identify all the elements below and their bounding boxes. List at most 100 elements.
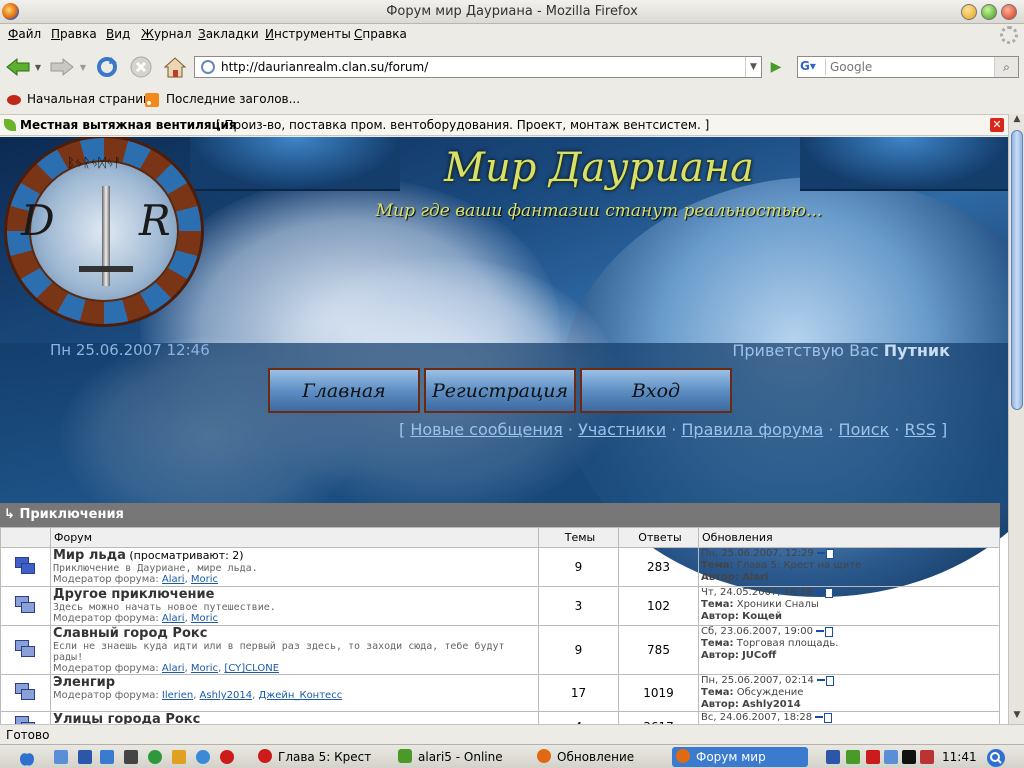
apple-menu-icon[interactable] [18,749,36,767]
ad-title[interactable]: Местная вытяжная вентиляция [20,118,237,132]
taskbar-item-update[interactable]: Обновление про... [533,747,663,767]
forum-name-link[interactable]: Славный город Рокс [53,626,207,641]
last-author[interactable]: Ashly2014 [742,699,801,710]
back-history-dropdown[interactable]: ▼ [33,62,43,72]
tray-chat-icon[interactable] [846,750,860,764]
tray-terminal-icon[interactable] [902,750,916,764]
menu-view[interactable]: Вид [106,27,130,41]
quicklaunch-grid-icon[interactable] [78,750,92,764]
replies-count: 785 [618,625,699,675]
home-button[interactable] [162,54,188,80]
last-topic[interactable]: Глава 5: Крест на щите [737,560,862,571]
forum-name-link[interactable]: Улицы города Рокс [53,712,200,724]
last-author[interactable]: Alari [742,572,768,583]
menu-bookmarks[interactable]: Закладки [198,27,259,41]
url-dropdown-icon[interactable]: ▼ [745,57,761,77]
quicklaunch-globe-icon[interactable] [148,750,162,764]
taskbar-item-chat[interactable]: alari5 - Online [394,747,522,767]
moderator-link[interactable]: Moric [191,574,218,585]
back-button[interactable] [4,54,32,80]
go-button[interactable]: ▶ [765,56,787,78]
search-icon[interactable] [986,748,1006,768]
last-author[interactable]: JUCoff [742,650,776,661]
reload-button[interactable] [94,54,120,80]
close-button[interactable] [1001,4,1017,20]
goto-last-post-icon[interactable] [815,588,833,598]
forward-history-dropdown[interactable]: ▼ [78,62,88,72]
nav-login-button[interactable]: Вход [580,368,732,413]
moderator-link[interactable]: Moric [191,613,218,624]
last-topic[interactable]: Торговая площадь. [737,638,839,649]
menu-bar: Файл Правка Вид Журнал Закладки Инструме… [0,25,1024,45]
menu-edit[interactable]: Правка [51,27,97,41]
menu-tools[interactable]: Инструменты [265,27,351,41]
address-bar[interactable]: ▼ [194,56,762,78]
menu-help[interactable]: Справка [354,27,407,41]
table-row: Другое приключение Здесь можно начать но… [0,586,1000,626]
goto-last-post-icon[interactable] [817,549,835,559]
stop-button[interactable] [128,54,154,80]
maximize-button[interactable] [981,4,997,20]
moderator-link[interactable]: Moric [191,663,218,674]
tray-network-icon[interactable] [884,750,898,764]
forum-name-link[interactable]: Другое приключение [53,587,214,602]
moderator-link[interactable]: Джейн_Контесс [258,690,342,701]
minimize-button[interactable] [961,4,977,20]
last-update-date: Вс, 24.06.2007, 18:28 [701,712,813,723]
quicklaunch-writer-icon[interactable] [100,750,114,764]
scroll-thumb[interactable] [1011,130,1023,410]
link-rss[interactable]: RSS [905,420,936,439]
forward-button[interactable] [48,54,76,80]
forum-name-link[interactable]: Мир льда [53,548,126,563]
quicklaunch-finder-icon[interactable] [54,750,68,764]
moderator-link[interactable]: [CY]CLONE [224,663,279,674]
goto-last-post-icon[interactable] [815,713,833,723]
taskbar-item-forum[interactable]: Форум мир Дауриан... [672,747,808,767]
quicklaunch-opera-icon[interactable] [220,750,234,764]
nav-register-button[interactable]: Регистрация [424,368,576,413]
category-header[interactable]: ↳ Приключения [0,503,1000,527]
scroll-up-icon[interactable]: ▲ [1009,114,1024,128]
menu-file[interactable]: Файл [8,27,41,41]
site-title: Мир Дауриана [443,145,755,191]
url-input[interactable] [221,59,741,75]
quicklaunch-alien-icon[interactable] [124,750,138,764]
link-members[interactable]: Участники [578,420,666,439]
goto-last-post-icon[interactable] [817,676,835,686]
goto-last-post-icon[interactable] [816,627,834,637]
quicklaunch-ie-icon[interactable] [196,750,210,764]
moderator-link[interactable]: Alari [162,613,185,624]
google-engine-icon[interactable]: G▾ [800,59,826,75]
last-topic[interactable]: Обсуждение [737,687,804,698]
bookmark-home[interactable]: Начальная страница [27,92,159,106]
link-forum-rules[interactable]: Правила форума [681,420,823,439]
moderator-link[interactable]: Alari [162,574,185,585]
tray-volume-icon[interactable] [920,750,934,764]
link-search[interactable]: Поиск [839,420,890,439]
moderator-link[interactable]: Ashly2014 [200,690,253,701]
bookmark-headlines[interactable]: Последние заголов... [166,92,300,106]
nav-home-button[interactable]: Главная [268,368,420,413]
search-input[interactable] [830,59,990,75]
menu-history[interactable]: Журнал [141,27,192,41]
taskbar-item-chapter5[interactable]: Глава 5: Крест н... [254,747,384,767]
tray-opera-icon[interactable] [866,750,880,764]
link-new-messages[interactable]: Новые сообщения [410,420,562,439]
last-author[interactable]: Кощей [742,611,782,622]
search-magnifier-icon[interactable]: ⌕ [994,57,1018,77]
last-topic[interactable]: Хроники Сналы [737,599,819,610]
search-bar[interactable]: G▾ ⌕ [797,56,1019,78]
forum-name-link[interactable]: Эленгир [53,675,115,690]
infobar-close-icon[interactable]: ✕ [990,118,1004,132]
moderator-link[interactable]: Ilerien [162,690,193,701]
replies-count: 102 [618,586,699,626]
vertical-scrollbar[interactable]: ▲ ▼ [1008,114,1024,724]
category-marker: ↳ [4,507,15,522]
last-update-line: Вс, 24.06.2007, 18:28 [701,712,999,724]
quicklaunch-messenger-icon[interactable] [172,750,186,764]
forum-title-line: Другое приключение [53,587,538,602]
last-author-line: Автор: Alari [701,572,999,584]
scroll-down-icon[interactable]: ▼ [1009,710,1024,724]
moderator-link[interactable]: Alari [162,663,185,674]
tray-plus-icon[interactable] [826,750,840,764]
